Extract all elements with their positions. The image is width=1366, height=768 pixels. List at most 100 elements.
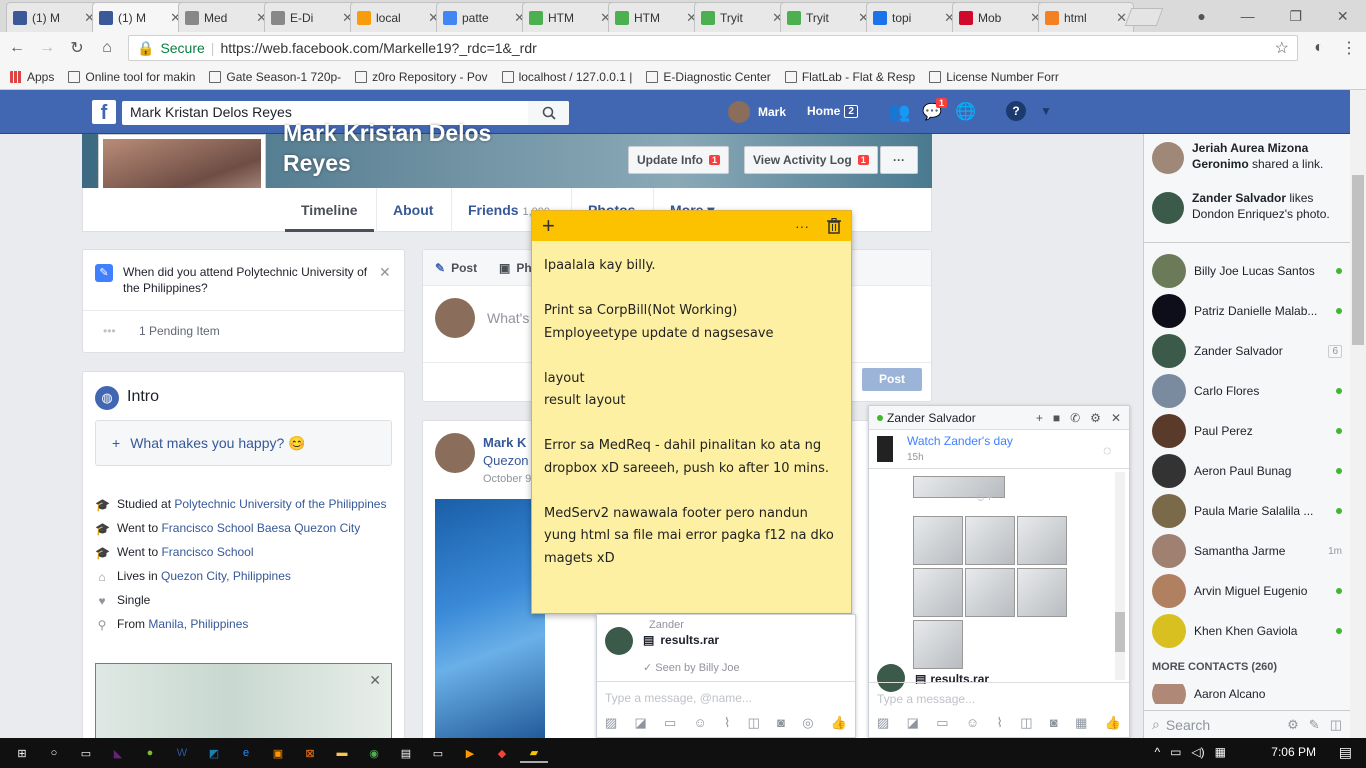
contact-item[interactable]: Zander Salvador 6: [1152, 333, 1342, 369]
intro-link[interactable]: Polytechnic University of the Philippine…: [174, 497, 386, 511]
post-date[interactable]: October 9: [483, 473, 531, 485]
cmd-icon[interactable]: ▭: [424, 743, 452, 763]
intro-link[interactable]: Manila, Philippines: [148, 617, 248, 631]
bookmark-item[interactable]: FlatLab - Flat & Resp: [784, 70, 915, 84]
visual-studio-icon[interactable]: ◣: [104, 743, 132, 763]
camera-icon[interactable]: ◙: [777, 715, 785, 731]
contact-item[interactable]: Aeron Paul Bunag: [1152, 453, 1342, 489]
chat2-scrollbar[interactable]: [1115, 472, 1125, 680]
photo-icon[interactable]: ▨: [877, 715, 889, 731]
gif-icon[interactable]: ▭: [664, 715, 676, 731]
bookmark-item[interactable]: Gate Season-1 720p-: [209, 70, 341, 84]
chat1-message-input[interactable]: Type a message, @name...: [605, 691, 752, 705]
ticker-item[interactable]: Jeriah Aurea Mizona Geronimo shared a li…: [1152, 140, 1342, 174]
word-icon[interactable]: W: [168, 743, 196, 763]
story-thumbnail[interactable]: [877, 436, 893, 462]
calendar-icon[interactable]: ▦: [1075, 715, 1087, 731]
like-icon[interactable]: 👍: [831, 715, 847, 731]
friend-requests-icon[interactable]: 👥: [888, 102, 910, 123]
sticky-note[interactable]: + ··· Ipaalala kay billy. Print sa CorpB…: [531, 210, 852, 614]
pending-items[interactable]: 1 Pending Item: [139, 324, 220, 338]
compose-icon[interactable]: ✎: [1309, 717, 1320, 733]
media-player-icon[interactable]: ▶: [456, 743, 484, 763]
post-location[interactable]: Quezon: [483, 453, 529, 468]
notepad-icon[interactable]: ▤: [392, 743, 420, 763]
network-icon[interactable]: ▭: [1170, 745, 1181, 759]
attach-icon[interactable]: ⌇: [997, 715, 1003, 731]
contact-item[interactable]: Aaron Alcano: [1152, 684, 1342, 704]
composer-post-tab[interactable]: ✎ Post: [435, 261, 477, 275]
close-icon[interactable]: ✕: [379, 264, 391, 281]
intro-link[interactable]: Francisco School Baesa Quezon City: [161, 521, 360, 535]
photo-thumb[interactable]: [965, 568, 1015, 617]
intro-link[interactable]: Quezon City, Philippines: [161, 569, 291, 583]
help-icon[interactable]: ?: [1006, 101, 1026, 121]
photo-thumb[interactable]: [965, 516, 1015, 565]
home-link[interactable]: Home 2: [807, 104, 858, 118]
video-call-icon[interactable]: ■: [1053, 411, 1060, 425]
contact-item[interactable]: Paula Marie Salalila ...: [1152, 493, 1342, 529]
browser-tab[interactable]: E-Di ✕: [264, 2, 360, 32]
action-center-icon[interactable]: ▤: [1339, 744, 1352, 761]
browser-tab[interactable]: HTM ✕: [608, 2, 704, 32]
gear-icon[interactable]: ⚙: [1287, 717, 1299, 733]
settings-icon[interactable]: ⚙: [1090, 411, 1101, 425]
bookmark-item[interactable]: Online tool for makin: [68, 70, 195, 84]
update-info-button[interactable]: Update Info 1: [628, 146, 730, 174]
cortana-icon[interactable]: ○: [40, 743, 68, 763]
group-icon[interactable]: ◫: [1330, 717, 1342, 733]
browser-tab[interactable]: topi ✕: [866, 2, 962, 32]
contact-item[interactable]: Carlo Flores: [1152, 373, 1342, 409]
intro-link[interactable]: Francisco School: [161, 545, 253, 559]
sticker-icon[interactable]: ◪: [635, 715, 647, 731]
close-featured-icon[interactable]: ✕: [369, 672, 381, 689]
bookmark-item[interactable]: z0ro Repository - Pov: [355, 70, 488, 84]
git-icon[interactable]: ◆: [488, 743, 516, 763]
maximize-button[interactable]: ❐: [1289, 8, 1302, 25]
language-icon[interactable]: ▦: [1215, 745, 1226, 759]
contact-item[interactable]: Patriz Danielle Malab...: [1152, 293, 1342, 329]
chat1-file-attachment[interactable]: ▤ results.rar: [643, 633, 719, 647]
post-button[interactable]: Post: [862, 368, 922, 391]
emoji-icon[interactable]: ☺: [694, 715, 707, 731]
bookmark-item[interactable]: Apps: [10, 70, 54, 84]
url-input[interactable]: 🔒 Secure | https://web.facebook.com/Mark…: [128, 35, 1298, 61]
post-author[interactable]: Mark K: [483, 435, 526, 450]
close-window-button[interactable]: ✕: [1337, 8, 1349, 25]
note-menu-icon[interactable]: ···: [795, 218, 809, 234]
close-chat-icon[interactable]: ✕: [1111, 411, 1121, 425]
question-text[interactable]: When did you attend Polytechnic Universi…: [123, 264, 373, 296]
profile-icon[interactable]: ●: [1197, 8, 1205, 24]
sticker-icon[interactable]: ◪: [907, 715, 919, 731]
photo-thumb[interactable]: [1017, 568, 1067, 617]
tab-about[interactable]: About: [376, 188, 449, 232]
add-note-icon[interactable]: +: [542, 215, 555, 237]
extension-icon[interactable]: ◐: [1310, 39, 1328, 57]
browser-tab[interactable]: html ✕: [1038, 2, 1134, 32]
home-icon[interactable]: ⌂: [98, 39, 116, 57]
contact-item[interactable]: Arvin Miguel Eugenio: [1152, 573, 1342, 609]
contact-item[interactable]: Khen Khen Gaviola: [1152, 613, 1342, 649]
ticker-item[interactable]: Zander Salvador likes Dondon Enriquez's …: [1152, 190, 1342, 224]
contact-item[interactable]: Billy Joe Lucas Santos: [1152, 253, 1342, 289]
profile-link[interactable]: Mark: [728, 101, 786, 123]
upwork-icon[interactable]: ●: [136, 743, 164, 763]
chat2-header[interactable]: Zander Salvador + ■ ✆ ⚙ ✕: [869, 406, 1129, 430]
sidebar-search-input[interactable]: Search: [1166, 717, 1210, 733]
photo-thumb[interactable]: [913, 568, 963, 617]
page-scrollbar-thumb[interactable]: [1352, 175, 1364, 345]
attach-icon[interactable]: ⌇: [724, 715, 730, 731]
browser-tab[interactable]: Tryit ✕: [780, 2, 876, 32]
post-image[interactable]: [435, 499, 545, 751]
browser-tab[interactable]: Med ✕: [178, 2, 274, 32]
menu-icon[interactable]: ⋮: [1340, 38, 1358, 58]
chat2-message-input[interactable]: Type a message...: [877, 692, 975, 706]
volume-icon[interactable]: ◁): [1191, 745, 1204, 759]
clock[interactable]: 7:06 PM: [1271, 745, 1316, 759]
windows-start-icon[interactable]: ⊞: [8, 743, 36, 763]
sticky-notes-icon[interactable]: ▰: [520, 743, 548, 763]
xampp-icon[interactable]: ⊠: [296, 743, 324, 763]
tab-timeline[interactable]: Timeline: [285, 188, 374, 232]
browser-tab[interactable]: HTM ✕: [522, 2, 618, 32]
gif-icon[interactable]: ▭: [936, 715, 948, 731]
